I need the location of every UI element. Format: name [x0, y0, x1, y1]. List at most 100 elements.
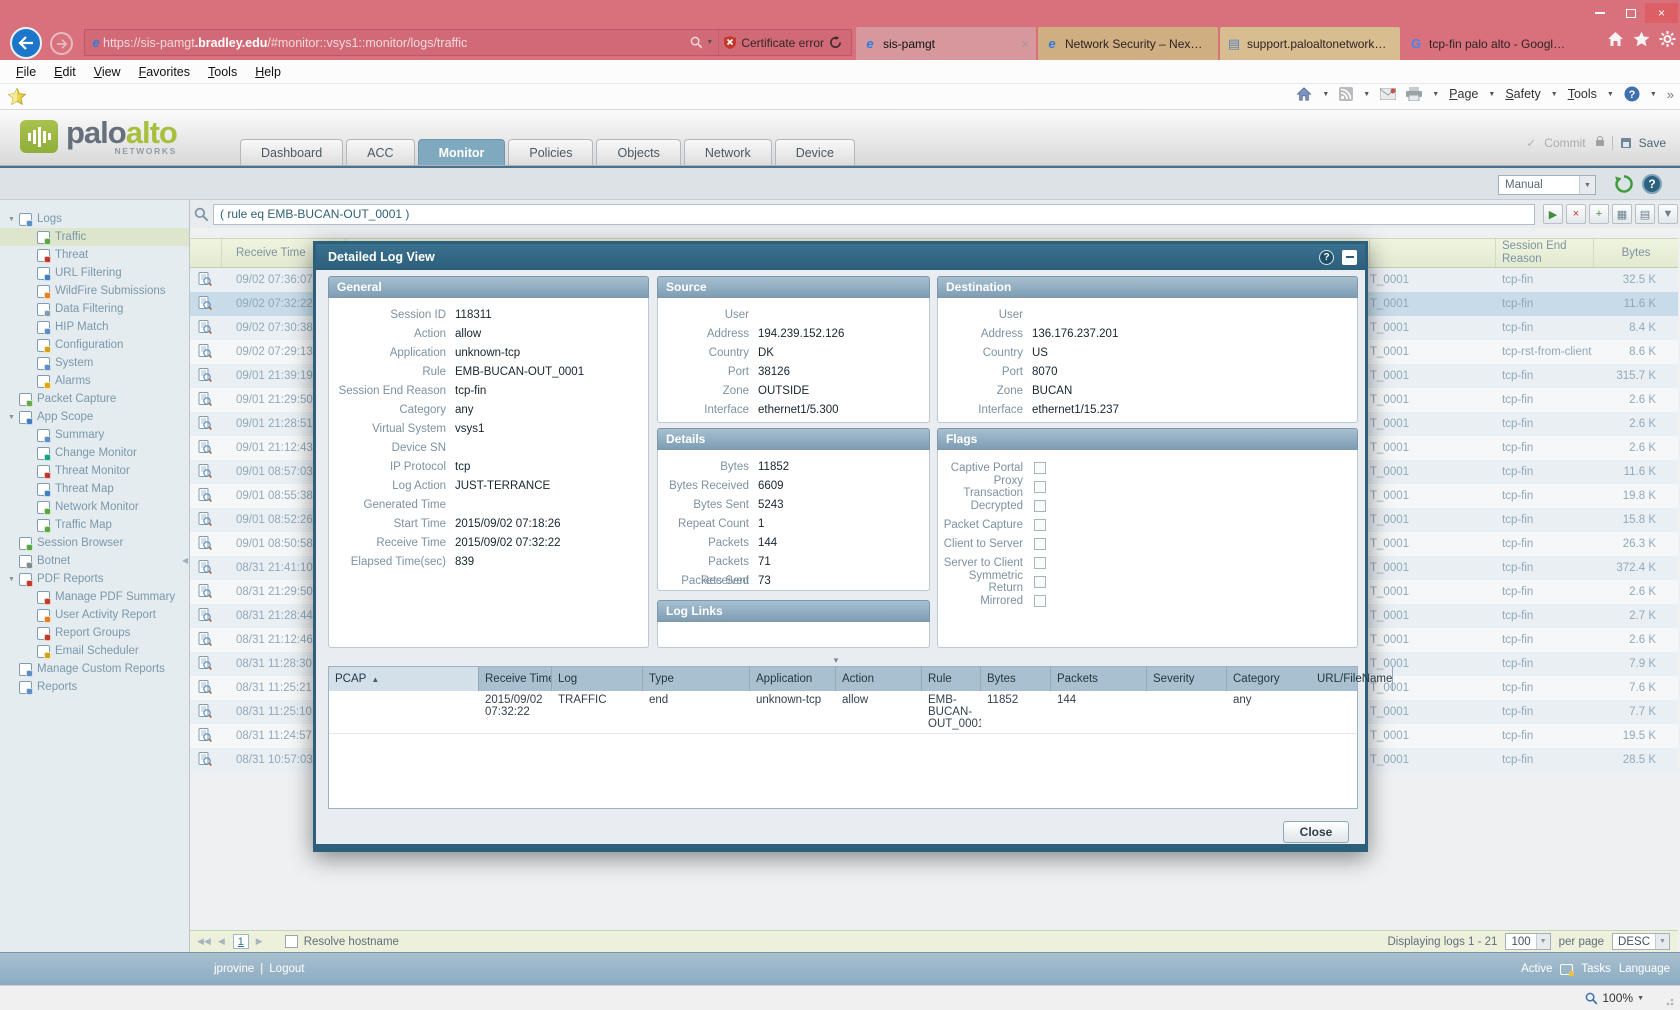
filter-query-input[interactable]: ( rule eq EMB-BUCAN-OUT_0001 )	[213, 204, 1535, 225]
chevron-down-icon[interactable]: ▼	[1536, 934, 1550, 949]
app-nav-tab[interactable]: Policies	[508, 139, 593, 165]
sidebar-item[interactable]: Email Scheduler	[0, 642, 189, 660]
more-commands-chevron[interactable]: »	[1667, 87, 1674, 102]
tasks-link[interactable]: Tasks	[1581, 963, 1610, 975]
log-detail-icon[interactable]	[190, 464, 222, 481]
window-close-button[interactable]: ×	[1645, 3, 1678, 23]
sidebar-item[interactable]: ▼ App Scope	[0, 408, 189, 426]
home-dropdown-icon[interactable]: ▼	[1322, 91, 1329, 98]
sidebar-item[interactable]: Botnet	[0, 552, 189, 570]
sidebar-item[interactable]: WildFire Submissions	[0, 282, 189, 300]
log-detail-icon[interactable]	[190, 488, 222, 505]
related-logs-column-header[interactable]: Action	[836, 667, 922, 691]
app-nav-tab[interactable]: ACC	[346, 139, 414, 165]
log-detail-icon[interactable]	[190, 440, 222, 457]
per-page-dropdown[interactable]: 100▼	[1505, 933, 1550, 950]
sidebar-item[interactable]: Manage PDF Summary	[0, 588, 189, 606]
rule-column-header[interactable]	[1370, 239, 1496, 267]
feed-dropdown-icon[interactable]: ▼	[1363, 91, 1370, 98]
log-detail-icon[interactable]	[190, 392, 222, 409]
related-logs-column-header[interactable]: Category	[1227, 667, 1311, 691]
sidebar-collapse-handle[interactable]: ◀	[182, 556, 188, 565]
sidebar-item[interactable]: Packet Capture	[0, 390, 189, 408]
first-page-icon[interactable]: ◀◀	[197, 936, 211, 947]
log-detail-icon[interactable]	[190, 296, 222, 313]
dialog-minimize-icon[interactable]	[1342, 250, 1357, 265]
flag-checkbox[interactable]	[1034, 538, 1046, 550]
forward-button[interactable]	[50, 32, 73, 55]
tree-expand-icon[interactable]: ▼	[8, 414, 19, 421]
sidebar-item[interactable]: Summary	[0, 426, 189, 444]
mail-icon[interactable]	[1380, 88, 1396, 100]
rss-feed-icon[interactable]	[1339, 87, 1353, 101]
sort-order-dropdown[interactable]: DESC▼	[1612, 933, 1670, 950]
dialog-titlebar[interactable]: Detailed Log View ?	[316, 244, 1365, 270]
log-detail-icon[interactable]	[190, 320, 222, 337]
browser-tab[interactable]: Network Security – Next Ge...	[1038, 27, 1218, 60]
sidebar-item[interactable]: Report Groups	[0, 624, 189, 642]
sidebar-item[interactable]: Configuration	[0, 336, 189, 354]
resize-grip[interactable]	[1666, 996, 1676, 1006]
export-icon[interactable]: ▼	[1658, 204, 1678, 224]
clear-filter-icon[interactable]: ×	[1566, 204, 1586, 224]
add-filter-icon[interactable]: +	[1589, 204, 1609, 224]
language-link[interactable]: Language	[1619, 963, 1670, 975]
next-page-icon[interactable]: ▶	[256, 936, 263, 947]
app-nav-tab[interactable]: Network	[684, 139, 772, 165]
sidebar-item[interactable]: User Activity Report	[0, 606, 189, 624]
sidebar-item[interactable]: Threat Map	[0, 480, 189, 498]
menu-item[interactable]: View	[86, 63, 129, 81]
resolve-hostname-checkbox[interactable]	[285, 935, 298, 948]
related-logs-column-header[interactable]: Log	[552, 667, 643, 691]
prev-page-icon[interactable]: ◀	[218, 936, 225, 947]
sidebar-item[interactable]: Network Monitor	[0, 498, 189, 516]
zoom-dropdown-icon[interactable]: ▼	[1637, 995, 1644, 1002]
sidebar-item[interactable]: System	[0, 354, 189, 372]
tasks-icon[interactable]	[1560, 964, 1573, 975]
flag-checkbox[interactable]	[1034, 557, 1046, 569]
menu-item[interactable]: Edit	[46, 63, 84, 81]
sidebar-item[interactable]: ▼ PDF Reports	[0, 570, 189, 588]
app-nav-tab[interactable]: Monitor	[418, 139, 506, 165]
favorites-star-icon[interactable]	[1633, 31, 1650, 47]
sidebar-item[interactable]: Change Monitor	[0, 444, 189, 462]
browser-tab[interactable]: sis-pamgt ×	[856, 27, 1036, 60]
window-maximize-button[interactable]	[1616, 3, 1645, 23]
address-bar[interactable]: https://sis-pamgt.bradley.edu/#monitor::…	[84, 29, 852, 56]
flag-checkbox[interactable]	[1034, 595, 1046, 607]
chevron-down-icon[interactable]: ▼	[1579, 176, 1595, 194]
page-menu[interactable]: Page	[1449, 87, 1478, 101]
current-page-number[interactable]: 1	[233, 934, 249, 949]
flag-checkbox[interactable]	[1034, 481, 1046, 493]
home-icon[interactable]	[1296, 87, 1312, 101]
related-log-row[interactable]: 2015/09/02 07:32:22TRAFFICendunknown-tcp…	[329, 691, 1357, 734]
sidebar-item[interactable]: HIP Match	[0, 318, 189, 336]
log-detail-icon[interactable]	[190, 416, 222, 433]
log-detail-icon[interactable]	[190, 680, 222, 697]
certificate-error-badge[interactable]: Certificate error	[718, 30, 847, 55]
help-icon[interactable]: ?	[1624, 86, 1640, 102]
apply-filter-icon[interactable]: ▶	[1543, 204, 1563, 224]
print-icon[interactable]	[1406, 87, 1422, 101]
log-detail-icon[interactable]	[190, 560, 222, 577]
app-nav-tab[interactable]: Dashboard	[240, 139, 343, 165]
log-detail-icon[interactable]	[190, 752, 222, 769]
log-detail-icon[interactable]	[190, 272, 222, 289]
chevron-down-icon[interactable]: ▼	[1655, 934, 1669, 949]
app-nav-tab[interactable]: Device	[775, 139, 855, 165]
log-detail-icon[interactable]	[190, 344, 222, 361]
close-button[interactable]: Close	[1283, 821, 1349, 843]
browser-tab[interactable]: support.paloaltonetworks.c...	[1220, 27, 1400, 60]
logout-link[interactable]: Logout	[269, 963, 304, 975]
sidebar-item[interactable]: ▼ Logs	[0, 210, 189, 228]
safety-menu[interactable]: Safety	[1505, 87, 1540, 101]
app-nav-tab[interactable]: Objects	[596, 139, 680, 165]
page-help-icon[interactable]: ?	[1642, 174, 1662, 194]
related-logs-column-header[interactable]: Receive Time	[479, 667, 552, 691]
flag-checkbox[interactable]	[1034, 500, 1046, 512]
settings-gear-icon[interactable]	[1659, 31, 1676, 47]
log-detail-icon[interactable]	[190, 512, 222, 529]
lock-icon[interactable]	[1596, 140, 1604, 146]
sidebar-item[interactable]: Threat	[0, 246, 189, 264]
related-logs-column-header[interactable]: Bytes	[981, 667, 1051, 691]
